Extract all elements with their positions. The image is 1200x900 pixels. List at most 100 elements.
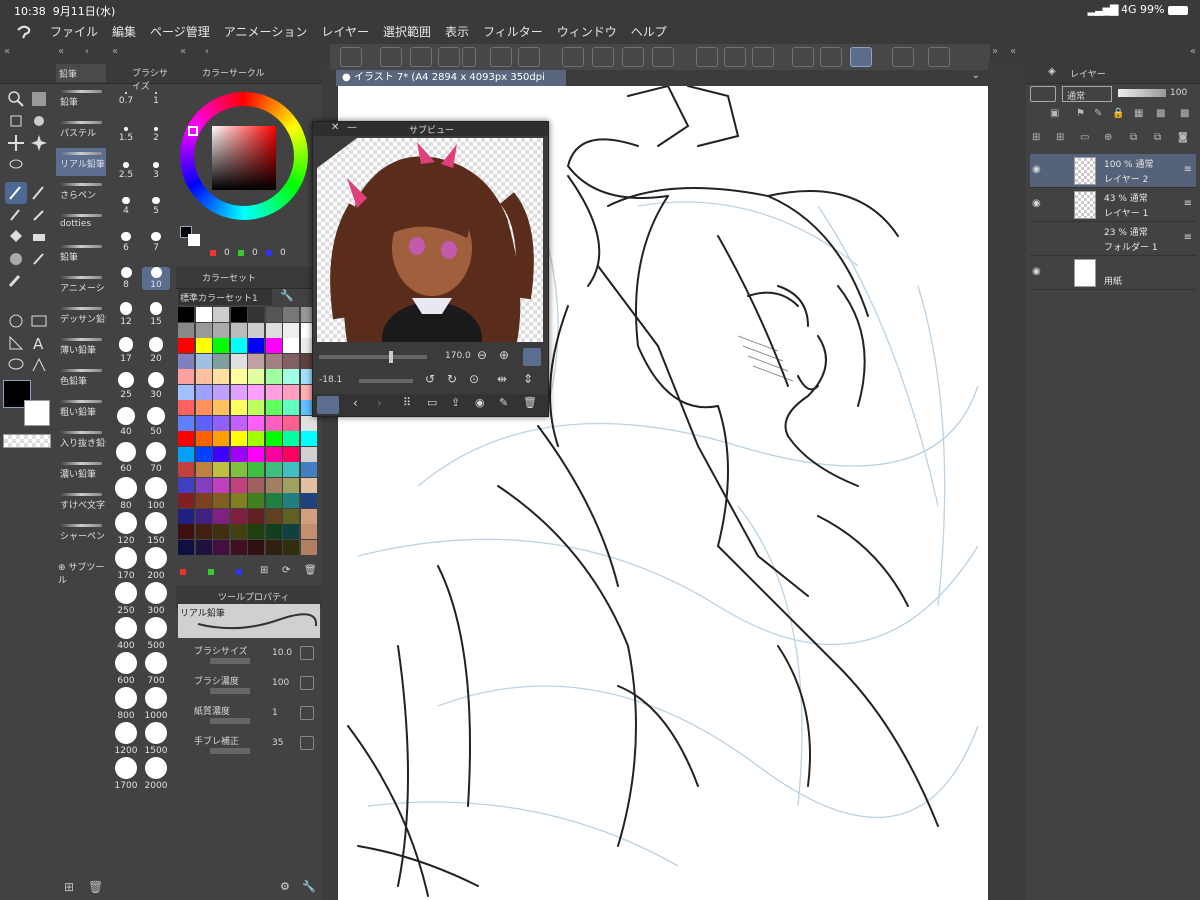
merge-down-icon[interactable]: ⧉ [1130,132,1137,143]
close-icon[interactable]: ✕ [331,122,339,133]
draft-icon[interactable]: ✎ [1094,108,1102,119]
app-logo-icon[interactable] [14,22,34,42]
color-swatch[interactable] [195,508,212,524]
color-swatch[interactable] [213,307,229,322]
pen-icon[interactable] [5,182,27,204]
color-swatch[interactable] [178,307,194,322]
brush-item[interactable]: 濃い鉛筆 [56,458,106,486]
pencil-icon[interactable] [28,182,50,204]
brush-item[interactable]: さらペン [56,179,106,207]
save-options-icon[interactable] [462,47,476,67]
color-swatch[interactable] [178,446,194,462]
color-swatch[interactable] [248,524,264,539]
deselect-icon[interactable] [696,47,718,67]
color-set-select[interactable]: 標準カラーセット1 [178,289,272,305]
color-swatch[interactable] [248,322,264,338]
color-swatch[interactable] [195,384,212,400]
reset-rotation-icon[interactable]: ⊙ [469,372,479,386]
layer-menu-icon[interactable]: ≡ [1184,232,1192,243]
menu-item[interactable]: アニメーション [224,20,308,44]
brush-size-item[interactable]: 1.5 [112,127,140,143]
menu-item[interactable]: 表示 [445,20,469,44]
menu-item[interactable]: レイヤー [321,20,369,44]
color-swatch[interactable] [213,384,229,400]
menu-item[interactable]: ウィンドウ [557,20,617,44]
color-swatch[interactable] [213,508,229,524]
open-file-icon[interactable] [410,47,432,67]
delete-color-icon[interactable]: 🗑 [304,565,317,576]
duplicate-icon[interactable]: ⧉ [1154,132,1161,143]
eyedropper-icon[interactable] [28,204,50,226]
blend-icon[interactable] [5,270,27,292]
property-slider[interactable] [210,658,250,664]
zoom-in-icon[interactable]: ⊕ [499,348,509,362]
grid-snap-icon[interactable] [850,47,872,67]
brush-size-item[interactable]: 40 [112,407,140,437]
rotate-left-icon[interactable]: ↺ [425,372,435,386]
brush-size-item[interactable]: 15 [142,302,170,327]
color-swatch[interactable] [195,400,212,415]
chevron-left-icon[interactable]: ‹ [85,46,89,57]
brush-size-item[interactable]: 50 [142,407,170,437]
sub-color-mini-swatch[interactable] [188,234,200,246]
color-swatch[interactable] [300,508,317,524]
brush-size-item[interactable]: 100 [142,477,170,511]
brush-item[interactable]: 入り抜き鉛筆 [56,427,106,455]
property-value[interactable]: 10.0 [272,648,292,658]
subview-preview[interactable] [317,138,543,342]
color-swatch[interactable] [300,493,317,508]
layer-tab[interactable]: レイヤー [1070,67,1106,80]
add-icon[interactable]: ⊞ [64,880,74,894]
fill-icon[interactable] [622,47,644,67]
color-swatch[interactable] [283,338,299,353]
shape-icon[interactable] [5,310,27,332]
sub-tool-tab[interactable]: 鉛筆 [56,64,106,82]
new-vector-layer-icon[interactable]: ⊞ [1056,132,1064,143]
color-swatch[interactable] [283,322,299,338]
fill-bucket-icon[interactable] [5,226,27,248]
color-swatch[interactable] [283,477,299,493]
color-swatch[interactable] [178,384,194,400]
layer-row[interactable]: ◉ 用紙 [1030,256,1196,290]
color-swatch[interactable] [300,462,317,477]
brush-size-item[interactable]: 1 [142,92,170,106]
camera-icon[interactable]: ◉ [475,396,485,409]
collapse-right-icon[interactable]: » [992,46,998,57]
property-value[interactable]: 35 [272,738,283,748]
move-layer-icon[interactable] [5,110,27,132]
color-swatch[interactable] [213,353,229,369]
selection-border-icon[interactable] [752,47,774,67]
property-dropdown-icon[interactable] [300,736,314,750]
color-swatch[interactable] [248,338,264,353]
color-swatch[interactable] [230,446,247,462]
color-swatch[interactable] [230,415,247,431]
color-swatch[interactable] [178,539,194,555]
color-swatch[interactable] [230,307,247,322]
color-swatch[interactable] [195,431,212,446]
clip-icon[interactable]: ▣ [1050,108,1059,119]
rotate-right-icon[interactable]: ↻ [447,372,457,386]
visibility-icon[interactable]: ◉ [1032,164,1041,175]
color-swatch[interactable] [248,307,264,322]
brush-size-item[interactable]: 200 [142,547,170,581]
new-folder-icon[interactable]: ▭ [1080,132,1089,143]
brush-size-item[interactable]: 1700 [112,757,140,791]
property-dropdown-icon[interactable] [300,706,314,720]
loading-icon[interactable] [562,47,584,67]
brush-size-item[interactable]: 10 [142,267,170,290]
color-swatch[interactable] [248,400,264,415]
color-swatch[interactable] [248,462,264,477]
brush-item[interactable]: 色鉛筆 [56,365,106,393]
brush-item[interactable]: リアル鉛筆 [56,148,106,176]
brush-size-item[interactable]: 1000 [142,687,170,721]
save-icon[interactable] [438,47,460,67]
add-tone-icon[interactable]: ⊕ [1104,132,1112,143]
property-footer-icon[interactable]: ⚙ [280,880,290,893]
eraser-icon[interactable] [28,226,50,248]
color-swatch[interactable] [230,477,247,493]
wrench-icon[interactable]: 🔧 [302,880,316,893]
color-swatch[interactable] [248,353,264,369]
color-swatch[interactable] [230,431,247,446]
color-swatch[interactable] [300,524,317,539]
ruler-icon[interactable] [5,332,27,354]
